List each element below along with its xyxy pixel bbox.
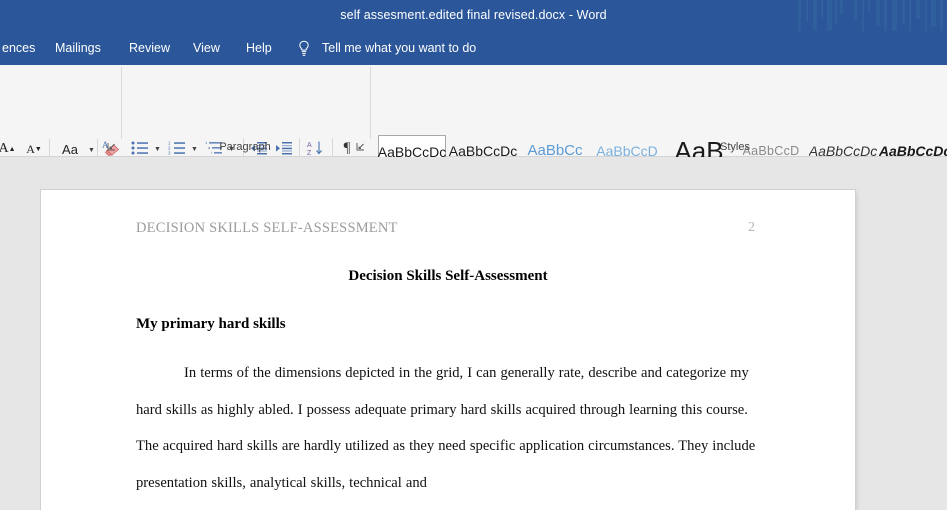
styles-group-label: Styles [720, 141, 750, 153]
ribbon-tab-strip: ences Mailings Review View Help Tell me … [0, 31, 947, 65]
window-title: self assesment.edited final revised.docx… [340, 8, 607, 22]
tell-me-search[interactable]: Tell me what you want to do [322, 31, 476, 65]
document-page-number: 2 [748, 220, 755, 235]
document-page[interactable]: DECISION SKILLS SELF-ASSESSMENT 2 Decisi… [41, 190, 855, 510]
tab-review[interactable]: Review [127, 31, 172, 65]
document-running-header: DECISION SKILLS SELF-ASSESSMENT [136, 220, 398, 236]
font-dialog-launcher[interactable] [107, 142, 116, 151]
group-separator-paragraph-styles [370, 67, 371, 139]
font-divider-1 [49, 139, 50, 159]
document-body-paragraph[interactable]: In terms of the dimensions depicted in t… [136, 355, 761, 501]
change-case-chevron-down-icon[interactable]: ▼ [88, 147, 95, 154]
tab-help[interactable]: Help [244, 31, 274, 65]
tab-mailings[interactable]: Mailings [53, 31, 103, 65]
group-separator-font-paragraph [121, 67, 122, 139]
document-section-heading: My primary hard skills [136, 316, 286, 332]
document-canvas[interactable]: DECISION SKILLS SELF-ASSESSMENT 2 Decisi… [0, 157, 947, 510]
tab-references[interactable]: ences [0, 31, 37, 65]
lightbulb-icon[interactable] [297, 40, 311, 57]
paragraph-dialog-launcher[interactable] [356, 142, 365, 151]
document-title-heading: Decision Skills Self-Assessment [348, 268, 548, 284]
paragraph-group-label: Paragraph [219, 141, 271, 153]
font-divider-2 [97, 139, 98, 159]
tab-view[interactable]: View [191, 31, 222, 65]
title-bar: self assesment.edited final revised.docx… [0, 0, 947, 31]
ribbon: A▲ A▼ Aa ▼ A A ▼ ab [0, 65, 947, 192]
